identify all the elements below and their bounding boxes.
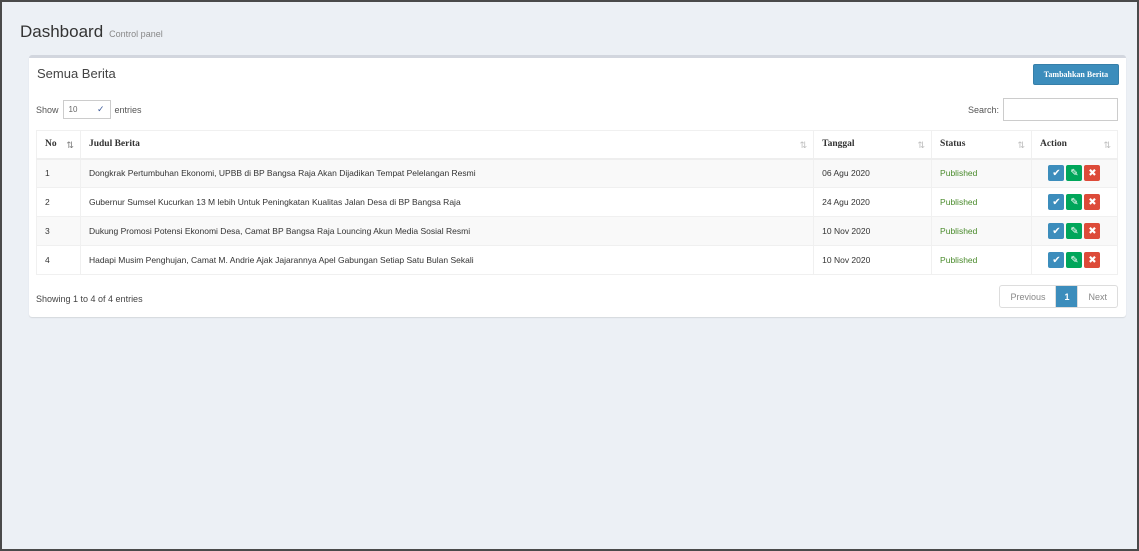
box-title: Semua Berita	[37, 66, 116, 81]
news-box: Semua Berita Tambahkan Berita Show 10 ✓ …	[29, 55, 1126, 317]
cell-judul: Dongkrak Pertumbuhan Ekonomi, UPBB di BP…	[79, 158, 815, 188]
table-row: 4 Hadapi Musim Penghujan, Camat M. Andri…	[36, 245, 1119, 275]
page-title: Dashboard	[20, 22, 104, 41]
cell-tanggal: 10 Nov 2020	[813, 245, 933, 275]
page-1-button[interactable]: 1	[1056, 286, 1078, 307]
table-info: Showing 1 to 4 of 4 entries	[36, 294, 143, 304]
chevron-down-icon: ✓	[96, 104, 105, 114]
check-icon[interactable]: ✔	[1048, 223, 1065, 239]
sort-icon: ⇅	[799, 140, 808, 150]
table-row: 2 Gubernur Sumsel Kucurkan 13 M lebih Un…	[36, 187, 1119, 217]
column-header-action[interactable]: Action ⇅	[1030, 130, 1119, 160]
sort-icon: ⇅	[1017, 140, 1025, 150]
table-header-row: No ⇅ Judul Berita ⇅ Tanggal ⇅ Status ⇅ A…	[36, 130, 1119, 160]
news-table: No ⇅ Judul Berita ⇅ Tanggal ⇅ Status ⇅ A…	[36, 130, 1119, 275]
delete-icon[interactable]: ✖	[1084, 194, 1101, 210]
cell-action: ✔ ✎ ✖	[1030, 187, 1119, 217]
cell-judul: Hadapi Musim Penghujan, Camat M. Andrie …	[79, 245, 815, 275]
cell-tanggal: 24 Agu 2020	[813, 187, 933, 217]
cell-status: Published	[931, 187, 1032, 217]
column-header-tanggal[interactable]: Tanggal ⇅	[813, 130, 933, 160]
edit-icon[interactable]: ✎	[1066, 223, 1083, 239]
show-label: Show	[36, 104, 59, 115]
edit-icon[interactable]: ✎	[1066, 252, 1083, 268]
entries-length-select[interactable]: 10 ✓	[62, 100, 111, 119]
next-page-button[interactable]: Next	[1077, 286, 1117, 307]
column-header-judul[interactable]: Judul Berita ⇅	[79, 130, 815, 160]
edit-icon[interactable]: ✎	[1066, 194, 1083, 210]
table-row: 3 Dukung Promosi Potensi Ekonomi Desa, C…	[36, 216, 1119, 246]
cell-action: ✔ ✎ ✖	[1030, 158, 1119, 188]
entries-length-control: Show 10 ✓ entries	[36, 100, 142, 119]
cell-judul: Dukung Promosi Potensi Ekonomi Desa, Cam…	[79, 216, 815, 246]
cell-no: 1	[36, 158, 81, 188]
app-frame: Dashboard Control panel Semua Berita Tam…	[0, 0, 1139, 551]
delete-icon[interactable]: ✖	[1084, 165, 1101, 182]
edit-icon[interactable]: ✎	[1066, 165, 1083, 182]
search-control: Search:	[968, 98, 1118, 121]
search-input[interactable]	[1003, 98, 1118, 121]
cell-status: Published	[931, 245, 1032, 275]
page-header: Dashboard Control panel	[20, 22, 163, 42]
cell-judul: Gubernur Sumsel Kucurkan 13 M lebih Untu…	[79, 187, 815, 217]
previous-page-button[interactable]: Previous	[1000, 286, 1057, 307]
pagination: Previous 1 Next	[999, 285, 1118, 308]
cell-no: 4	[36, 245, 81, 275]
entries-label: entries	[114, 104, 142, 115]
cell-action: ✔ ✎ ✖	[1030, 216, 1119, 246]
sort-icon: ⇅	[1103, 140, 1111, 150]
cell-no: 3	[36, 216, 81, 246]
sort-icon: ⇅	[917, 140, 926, 150]
delete-icon[interactable]: ✖	[1084, 252, 1101, 268]
table-row: 1 Dongkrak Pertumbuhan Ekonomi, UPBB di …	[36, 158, 1119, 188]
cell-action: ✔ ✎ ✖	[1030, 245, 1119, 275]
cell-status: Published	[931, 216, 1032, 246]
cell-status: Published	[931, 158, 1032, 188]
cell-no: 2	[36, 187, 81, 217]
column-header-status[interactable]: Status ⇅	[931, 130, 1032, 160]
delete-icon[interactable]: ✖	[1084, 223, 1101, 239]
sort-asc-icon: ⇅	[66, 140, 74, 150]
search-label: Search:	[967, 104, 999, 115]
column-header-no[interactable]: No ⇅	[36, 130, 81, 160]
check-icon[interactable]: ✔	[1048, 194, 1065, 210]
page-subtitle: Control panel	[109, 29, 163, 39]
add-news-button[interactable]: Tambahkan Berita	[1033, 64, 1119, 85]
cell-tanggal: 10 Nov 2020	[813, 216, 933, 246]
cell-tanggal: 06 Agu 2020	[813, 158, 933, 188]
check-icon[interactable]: ✔	[1048, 252, 1065, 268]
check-icon[interactable]: ✔	[1048, 165, 1065, 182]
entries-length-value: 10	[68, 105, 78, 114]
